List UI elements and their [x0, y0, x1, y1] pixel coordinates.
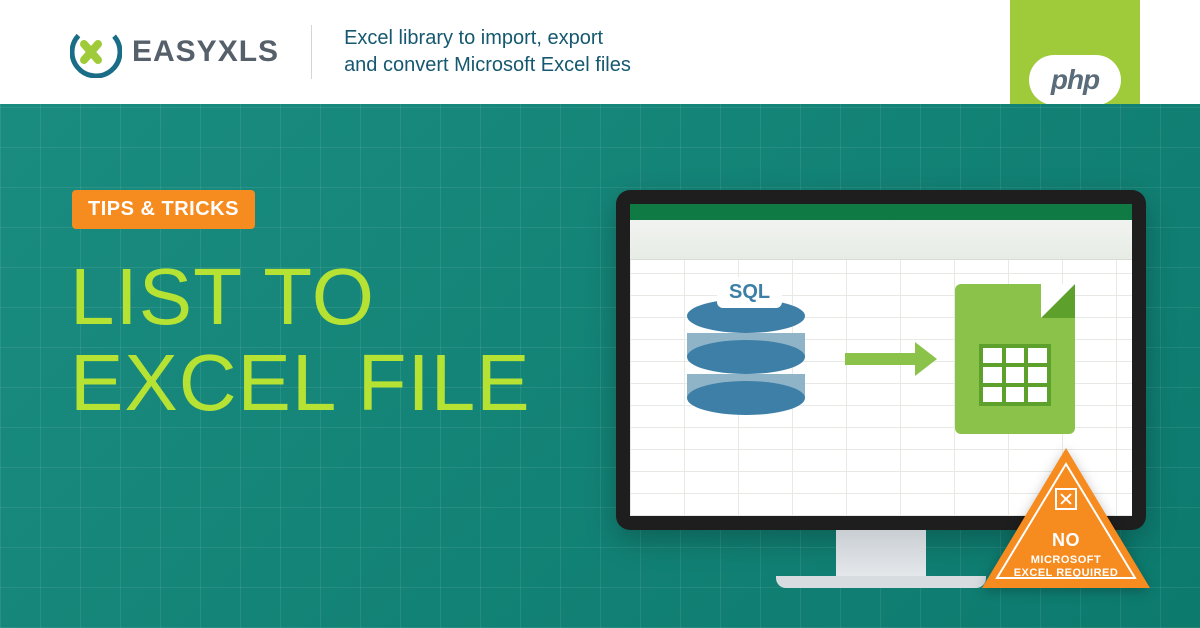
excel-ribbon-bar	[630, 220, 1132, 260]
easyxls-logo-icon	[70, 26, 122, 78]
no-excel-required-badge: NO MICROSOFT EXCEL REQUIRED	[982, 448, 1150, 598]
sql-label: SQL	[717, 277, 782, 308]
monitor-illustration: SQL	[616, 190, 1146, 620]
warning-line2: EXCEL REQUIRED	[1014, 567, 1119, 579]
tagline-line1: Excel library to import, export	[344, 27, 603, 49]
header-divider	[311, 25, 312, 79]
brand-text: EASYXLS	[132, 35, 279, 69]
monitor-stand-neck	[836, 530, 926, 576]
excel-titlebar	[630, 204, 1132, 220]
brand-prefix: EASY	[132, 35, 218, 68]
spreadsheet-file-icon	[955, 284, 1075, 434]
monitor-stand-base	[776, 576, 986, 588]
warning-no: NO	[1006, 530, 1126, 552]
page-title: LIST TO EXCEL FILE	[70, 254, 531, 427]
brand-suffix: XLS	[218, 35, 279, 68]
tips-tricks-badge: TIPS & TRICKS	[72, 190, 255, 229]
tagline: Excel library to import, export and conv…	[344, 25, 631, 79]
excel-x-icon	[1055, 488, 1077, 510]
main-panel: TIPS & TRICKS LIST TO EXCEL FILE SQL	[0, 104, 1200, 628]
warning-line1: MICROSOFT	[1031, 554, 1102, 566]
php-badge: php	[1029, 55, 1121, 105]
warning-text: NO MICROSOFT EXCEL REQUIRED	[1006, 530, 1126, 580]
screen-content: SQL	[630, 284, 1132, 434]
database-icon: SQL	[687, 299, 805, 419]
title-line1: LIST TO	[70, 252, 375, 341]
title-line2: EXCEL FILE	[70, 338, 531, 427]
tagline-line2: and convert Microsoft Excel files	[344, 54, 631, 76]
logo: EASYXLS	[70, 26, 279, 78]
arrow-icon	[845, 353, 915, 365]
